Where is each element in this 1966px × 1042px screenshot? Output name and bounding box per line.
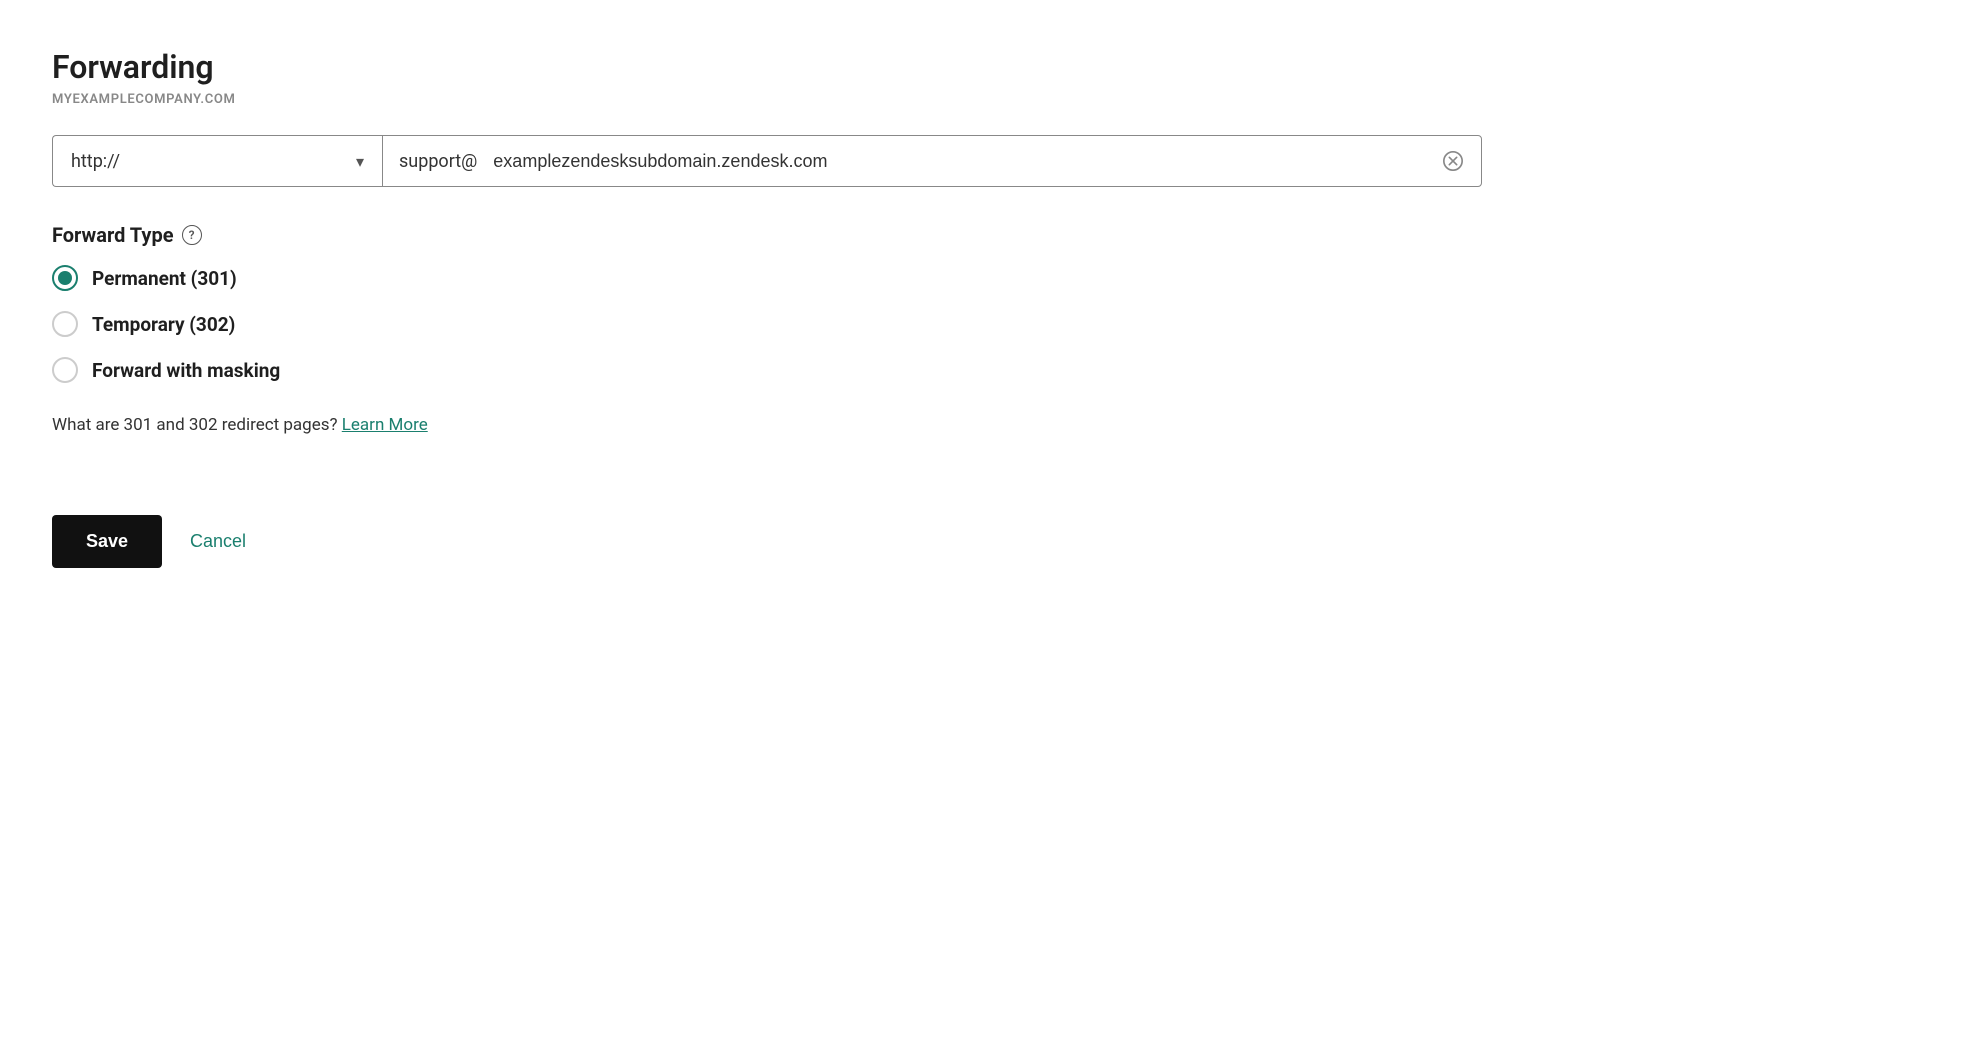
page-title: Forwarding [52, 48, 1914, 86]
help-icon[interactable]: ? [182, 225, 202, 245]
url-prefix: support@ [399, 151, 477, 172]
url-input-wrapper: support@ [382, 135, 1482, 187]
radio-option-temporary[interactable]: Temporary (302) [52, 311, 1914, 337]
url-input[interactable] [493, 151, 1465, 172]
radio-label-temporary: Temporary (302) [92, 313, 235, 336]
bottom-actions: Save Cancel [52, 515, 1914, 568]
radio-circle-masking [52, 357, 78, 383]
chevron-down-icon: ▾ [356, 152, 364, 171]
protocol-dropdown[interactable]: http:// ▾ [52, 135, 382, 187]
protocol-value: http:// [71, 151, 120, 172]
radio-label-masking: Forward with masking [92, 359, 280, 382]
radio-label-permanent: Permanent (301) [92, 267, 237, 290]
save-button[interactable]: Save [52, 515, 162, 568]
domain-label: MYEXAMPLECOMPANY.COM [52, 92, 1914, 107]
radio-circle-permanent [52, 265, 78, 291]
clear-url-button[interactable] [1441, 149, 1465, 173]
learn-more-link[interactable]: Learn More [342, 415, 428, 435]
info-text: What are 301 and 302 redirect pages? Lea… [52, 415, 1914, 435]
url-row: http:// ▾ support@ [52, 135, 1482, 187]
radio-circle-temporary [52, 311, 78, 337]
radio-option-masking[interactable]: Forward with masking [52, 357, 1914, 383]
forward-type-radio-group: Permanent (301) Temporary (302) Forward … [52, 265, 1914, 383]
cancel-button[interactable]: Cancel [190, 531, 246, 552]
forward-type-label: Forward Type ? [52, 223, 1914, 247]
radio-option-permanent[interactable]: Permanent (301) [52, 265, 1914, 291]
